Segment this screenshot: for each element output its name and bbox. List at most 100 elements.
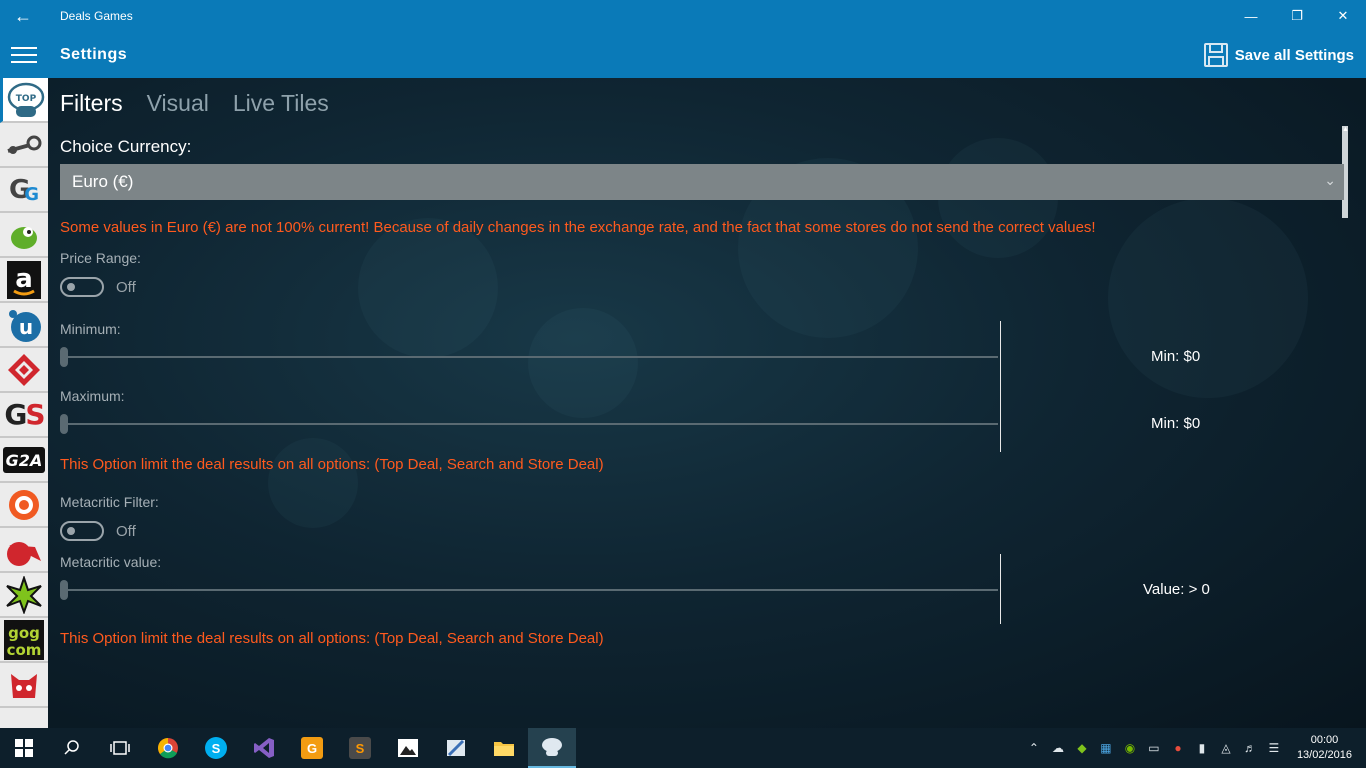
- windows-taskbar: S G S ⌃ ☁ ◆ ▦ ◉ ▭ ● ▮ ◬ ♬ ☰ 00:00 13/02/…: [0, 728, 1366, 768]
- scroll-up-icon[interactable]: ▲: [1342, 126, 1349, 134]
- sidebar-item-other[interactable]: [0, 663, 48, 708]
- taskbar-file-explorer[interactable]: [480, 728, 528, 768]
- taskbar-sublime[interactable]: S: [336, 728, 384, 768]
- dragon-icon: [11, 226, 37, 249]
- onedrive-icon[interactable]: ☁: [1049, 739, 1067, 757]
- deals-games-icon: [542, 738, 562, 756]
- skype-icon: S: [205, 737, 227, 759]
- task-view-button[interactable]: [96, 728, 144, 768]
- metacritic-toggle[interactable]: [60, 521, 104, 541]
- title-bar: ← Deals Games — ❐ ✕: [0, 0, 1366, 32]
- metacritic-slider[interactable]: [60, 580, 998, 600]
- sidebar-item-top-deals[interactable]: TOP: [0, 78, 48, 123]
- hamburger-menu-button[interactable]: [0, 32, 48, 78]
- sidebar-item-steam[interactable]: [0, 123, 48, 168]
- sidebar-item-dragon[interactable]: [0, 213, 48, 258]
- metacritic-filter-label: Metacritic Filter:: [60, 494, 159, 510]
- nvidia-icon[interactable]: ◉: [1121, 739, 1139, 757]
- settings-tabs: Filters Visual Live Tiles: [60, 90, 329, 117]
- restore-button[interactable]: ❐: [1274, 0, 1320, 32]
- metacritic-slider-thumb[interactable]: [60, 580, 68, 600]
- tab-live-tiles[interactable]: Live Tiles: [233, 90, 329, 117]
- window-title: Deals Games: [60, 9, 133, 23]
- uplay-icon: u: [9, 309, 41, 342]
- page-title: Settings: [60, 46, 128, 63]
- metacritic-note: This Option limit the deal results on al…: [60, 630, 604, 647]
- store-sidebar: TOP GG a u GS G2A gog com: [0, 78, 48, 728]
- clock-time: 00:00: [1310, 734, 1339, 746]
- photos-icon: [398, 739, 418, 757]
- start-button[interactable]: [0, 728, 48, 768]
- maximum-value: Min: $0: [1151, 415, 1201, 432]
- tab-visual[interactable]: Visual: [147, 90, 209, 117]
- taskbar-chrome[interactable]: [144, 728, 192, 768]
- taskbar-pdf[interactable]: G: [288, 728, 336, 768]
- svg-text:TOP: TOP: [15, 94, 36, 104]
- sidebar-item-g2a[interactable]: G2A: [0, 438, 48, 483]
- price-range-toggle[interactable]: [60, 277, 104, 297]
- currency-dropdown[interactable]: Euro (€) ⌄: [60, 164, 1344, 200]
- save-all-settings-button[interactable]: Save all Settings: [1203, 32, 1354, 78]
- record-icon[interactable]: ●: [1169, 739, 1187, 757]
- battery-icon[interactable]: ▮: [1193, 739, 1211, 757]
- metacritic-value-label: Metacritic value:: [60, 554, 162, 570]
- steam-icon: [7, 135, 42, 154]
- taskbar-paint[interactable]: [432, 728, 480, 768]
- chrome-icon: [158, 738, 178, 759]
- amazon-icon: a: [7, 260, 41, 299]
- svg-text:gog: gog: [8, 624, 40, 642]
- minimize-button[interactable]: —: [1228, 0, 1274, 32]
- back-button[interactable]: ←: [0, 0, 46, 32]
- currency-label: Choice Currency:: [60, 137, 192, 156]
- taskbar-deals-games[interactable]: [528, 728, 576, 768]
- minimum-slider[interactable]: [60, 347, 998, 367]
- svg-text:u: u: [19, 315, 33, 339]
- task-view-icon: [110, 741, 130, 755]
- wifi-icon[interactable]: ◬: [1217, 739, 1235, 757]
- sidebar-item-origin[interactable]: [0, 483, 48, 528]
- maximum-slider[interactable]: [60, 414, 998, 434]
- taskbar-photos[interactable]: [384, 728, 432, 768]
- clock-date: 13/02/2016: [1296, 749, 1352, 761]
- system-tray: ⌃ ☁ ◆ ▦ ◉ ▭ ● ▮ ◬ ♬ ☰ 00:00 13/02/2016: [1025, 728, 1366, 768]
- settings-content: Filters Visual Live Tiles ▲ Choice Curre…: [48, 78, 1366, 728]
- notification-center-icon[interactable]: ☰: [1265, 739, 1283, 757]
- minimize-icon: —: [1244, 8, 1258, 24]
- minimum-slider-thumb[interactable]: [60, 347, 68, 367]
- sidebar-item-gog[interactable]: gog com: [0, 618, 48, 663]
- sidebar-item-gamesplanet[interactable]: [0, 573, 48, 618]
- sublime-icon: S: [349, 737, 371, 759]
- taskbar-skype[interactable]: S: [192, 728, 240, 768]
- sidebar-item-uplay[interactable]: u: [0, 303, 48, 348]
- system-clock[interactable]: 00:00 13/02/2016: [1297, 733, 1352, 763]
- sidebar-item-amazon[interactable]: a: [0, 258, 48, 303]
- currency-warning: Some values in Euro (€) are not 100% cur…: [60, 219, 1096, 236]
- taskbar-visual-studio[interactable]: [240, 728, 288, 768]
- volume-icon[interactable]: ♬: [1241, 739, 1259, 757]
- gamesplanet-icon: [6, 575, 42, 614]
- sidebar-item-humble[interactable]: [0, 348, 48, 393]
- humble-icon: [8, 353, 40, 386]
- taskbar-search-button[interactable]: [48, 728, 96, 768]
- chevron-up-icon[interactable]: ⌃: [1025, 739, 1043, 757]
- maximum-slider-thumb[interactable]: [60, 414, 68, 434]
- window-controls: — ❐ ✕: [1228, 0, 1366, 32]
- folder-icon: [494, 742, 514, 756]
- network-adapter-icon[interactable]: ▦: [1097, 739, 1115, 757]
- sidebar-item-greenmangaming[interactable]: GG: [0, 168, 48, 213]
- sidebar-item-gamefly[interactable]: [0, 528, 48, 573]
- sidebar-item-gamestop[interactable]: GS: [0, 393, 48, 438]
- app-header: Settings Save all Settings: [0, 32, 1366, 78]
- svg-text:a: a: [15, 264, 33, 294]
- svg-text:com: com: [7, 641, 42, 659]
- shield-icon[interactable]: ◆: [1073, 739, 1091, 757]
- save-all-label: Save all Settings: [1234, 46, 1354, 64]
- tab-filters[interactable]: Filters: [60, 90, 123, 117]
- paint-icon: [447, 739, 465, 757]
- restore-icon: ❐: [1291, 8, 1303, 23]
- display-icon[interactable]: ▭: [1145, 739, 1163, 757]
- close-button[interactable]: ✕: [1320, 0, 1366, 32]
- windows-logo-icon: [15, 739, 33, 757]
- mascot-icon: [11, 673, 37, 698]
- close-icon: ✕: [1337, 8, 1349, 23]
